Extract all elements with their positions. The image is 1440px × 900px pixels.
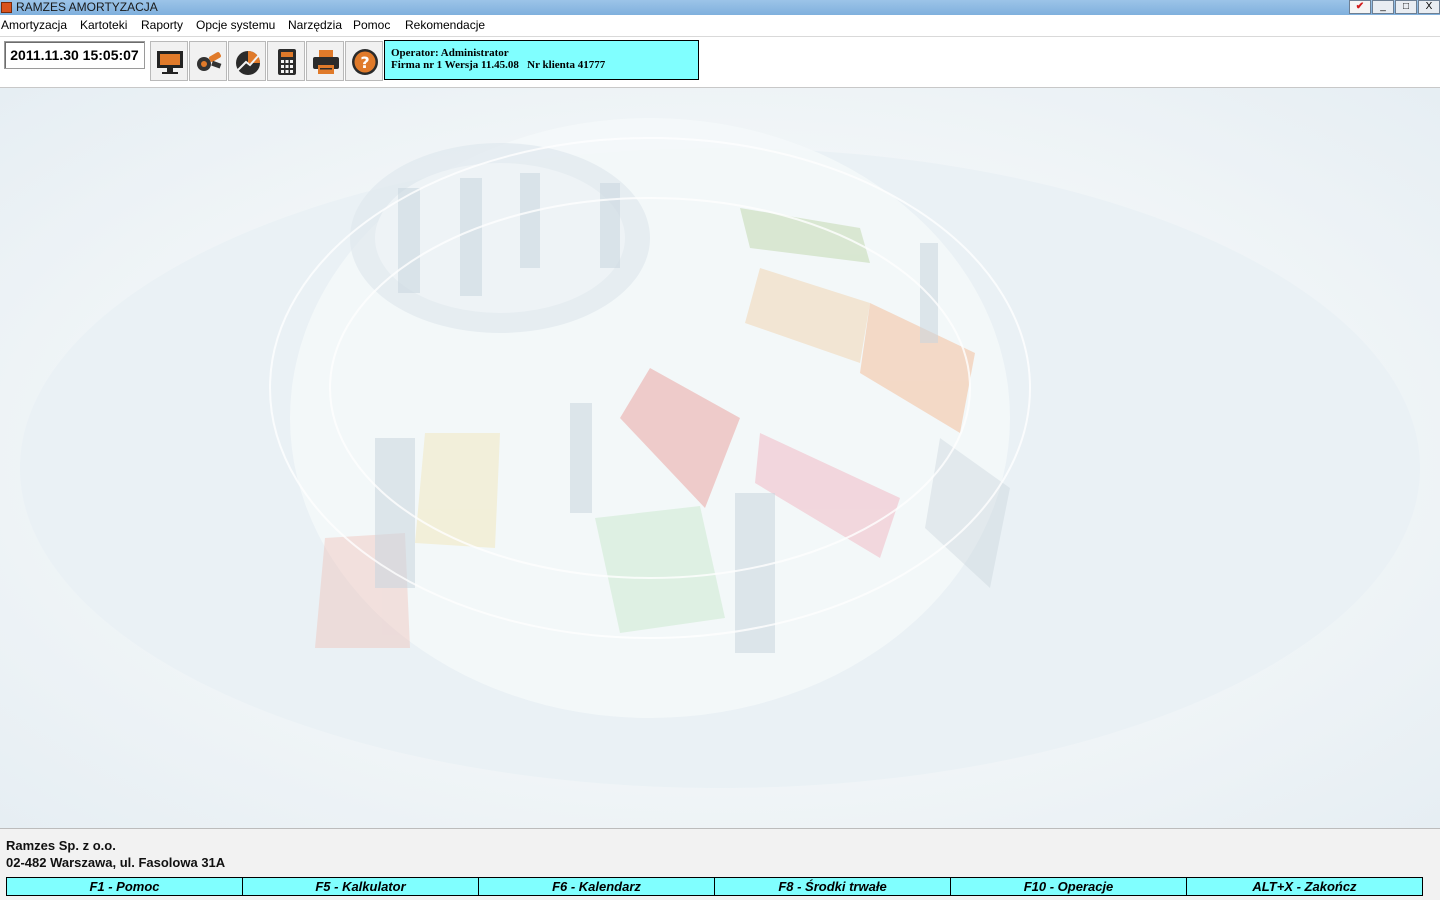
status-area: Ramzes Sp. z o.o. 02-482 Warszawa, ul. F…: [0, 828, 1440, 900]
close-button[interactable]: X: [1418, 0, 1440, 14]
window-controls: ✔ _ □ X: [1348, 0, 1440, 15]
f8-fixed-assets-button[interactable]: F8 - Środki trwałe: [714, 877, 951, 896]
menu-pomoc[interactable]: Pomoc: [353, 18, 390, 32]
flag-icon[interactable]: ✔: [1349, 0, 1371, 14]
function-key-bar: F1 - Pomoc F5 - Kalkulator F6 - Kalendar…: [6, 877, 1423, 896]
monitor-icon: [157, 51, 183, 74]
menu-narzedzia[interactable]: Narzędzia: [288, 18, 342, 32]
help-icon: ?: [352, 49, 378, 75]
company-info: Ramzes Sp. z o.o. 02-482 Warszawa, ul. F…: [6, 837, 225, 871]
datetime-display: 2011.11.30 15:05:07: [4, 41, 145, 69]
main-background: [0, 88, 1440, 828]
menu-rekomendacje[interactable]: Rekomendacje: [405, 18, 485, 32]
title-bar: RAMZES AMORTYZACJA ✔ _ □ X: [0, 0, 1440, 15]
f6-calendar-button[interactable]: F6 - Kalendarz: [478, 877, 715, 896]
tools-icon: [197, 52, 222, 71]
app-icon: [1, 2, 12, 13]
operator-info-panel: Operator: Administrator Firma nr 1 Wersj…: [384, 40, 699, 80]
menu-opcje-systemu[interactable]: Opcje systemu: [196, 18, 275, 32]
printer-button[interactable]: [306, 41, 344, 81]
chart-button[interactable]: [228, 41, 266, 81]
company-name: Ramzes Sp. z o.o.: [6, 838, 116, 853]
f10-operations-button[interactable]: F10 - Operacje: [950, 877, 1187, 896]
calculator-icon: [278, 49, 296, 75]
toolbar: 2011.11.30 15:05:07 ? Operator: Administ…: [0, 37, 1440, 88]
menu-amortyzacja[interactable]: Amortyzacja: [1, 18, 67, 32]
menu-bar: Amortyzacja Kartoteki Raporty Opcje syst…: [0, 15, 1440, 37]
maximize-button[interactable]: □: [1395, 0, 1417, 14]
firm-version-line: Firma nr 1 Wersja 11.45.08 Nr klienta 41…: [391, 59, 606, 71]
f5-calculator-button[interactable]: F5 - Kalkulator: [242, 877, 479, 896]
help-button[interactable]: ?: [345, 41, 383, 81]
minimize-button[interactable]: _: [1372, 0, 1394, 14]
menu-raporty[interactable]: Raporty: [141, 18, 183, 32]
svg-text:?: ?: [360, 53, 369, 72]
printer-icon: [313, 50, 339, 74]
operator-line: Operator: Administrator: [391, 47, 509, 59]
background-illustration: [20, 118, 1420, 788]
menu-kartoteki[interactable]: Kartoteki: [80, 18, 127, 32]
alt-x-exit-button[interactable]: ALT+X - Zakończ: [1186, 877, 1423, 896]
calculator-button[interactable]: [267, 41, 305, 81]
tools-button[interactable]: [189, 41, 227, 81]
window-title: RAMZES AMORTYZACJA: [16, 0, 158, 14]
f1-help-button[interactable]: F1 - Pomoc: [6, 877, 243, 896]
company-address: 02-482 Warszawa, ul. Fasolowa 31A: [6, 855, 226, 870]
monitor-button[interactable]: [150, 41, 188, 81]
chart-icon: [236, 51, 260, 75]
